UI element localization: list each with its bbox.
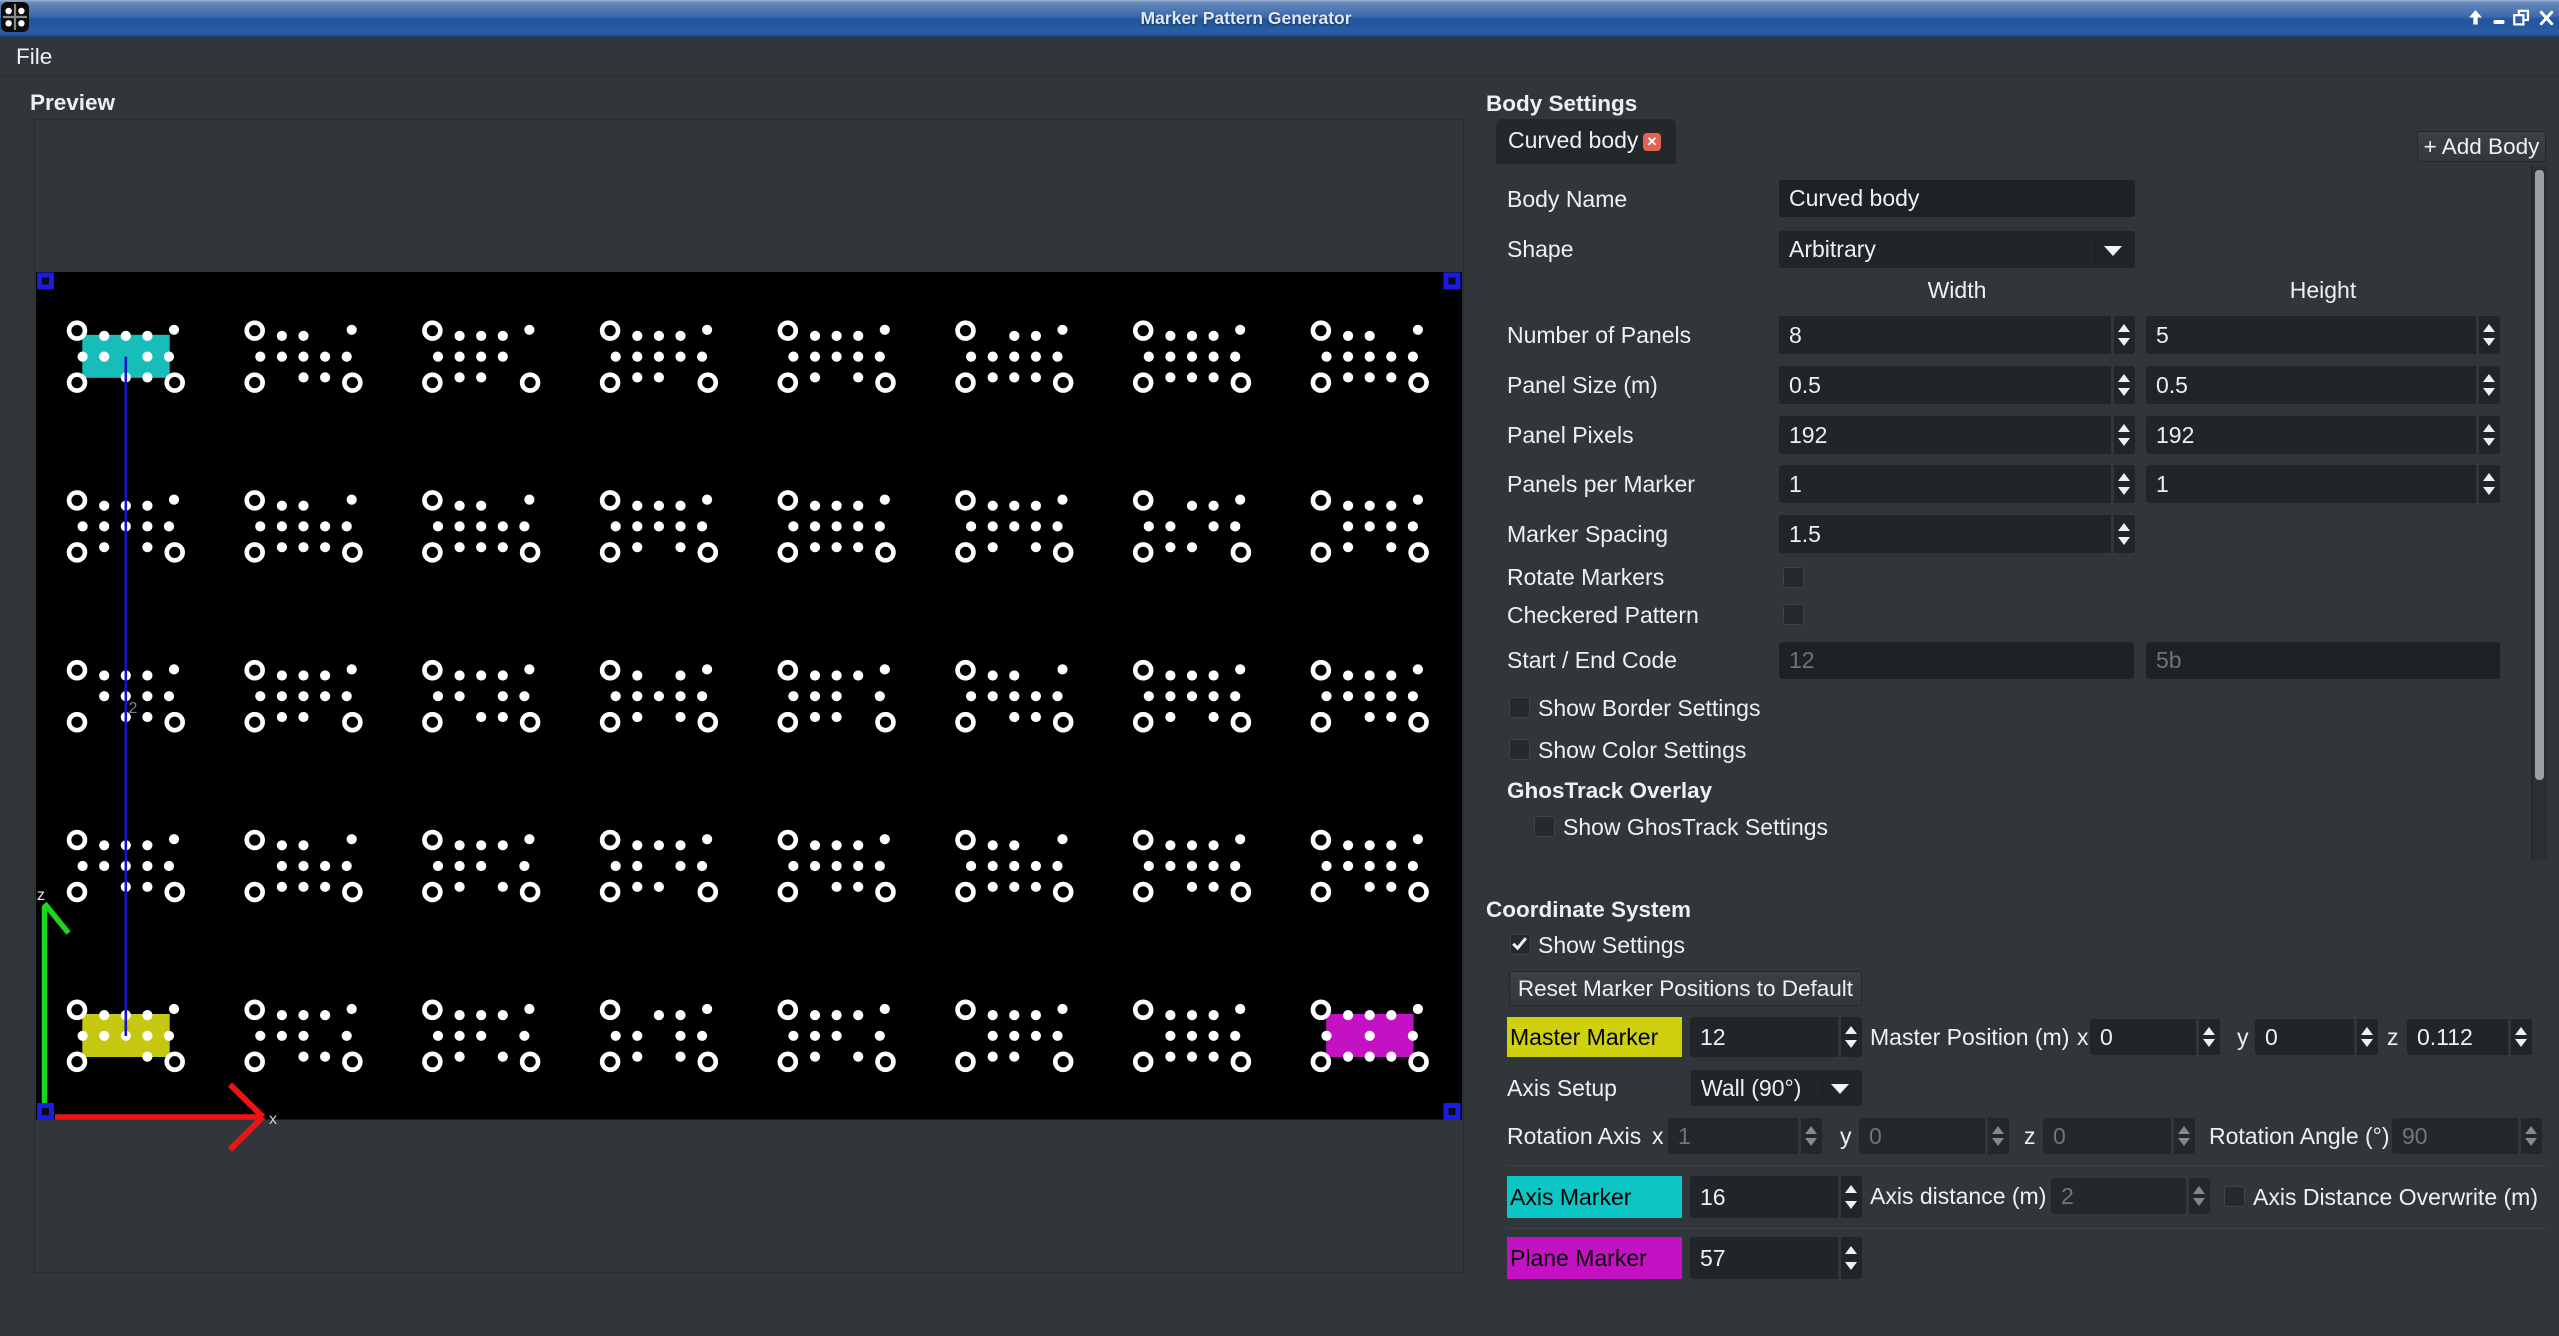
svg-text:2: 2 <box>129 700 138 717</box>
svg-text:z: z <box>37 887 45 904</box>
svg-text:x: x <box>269 1111 277 1128</box>
